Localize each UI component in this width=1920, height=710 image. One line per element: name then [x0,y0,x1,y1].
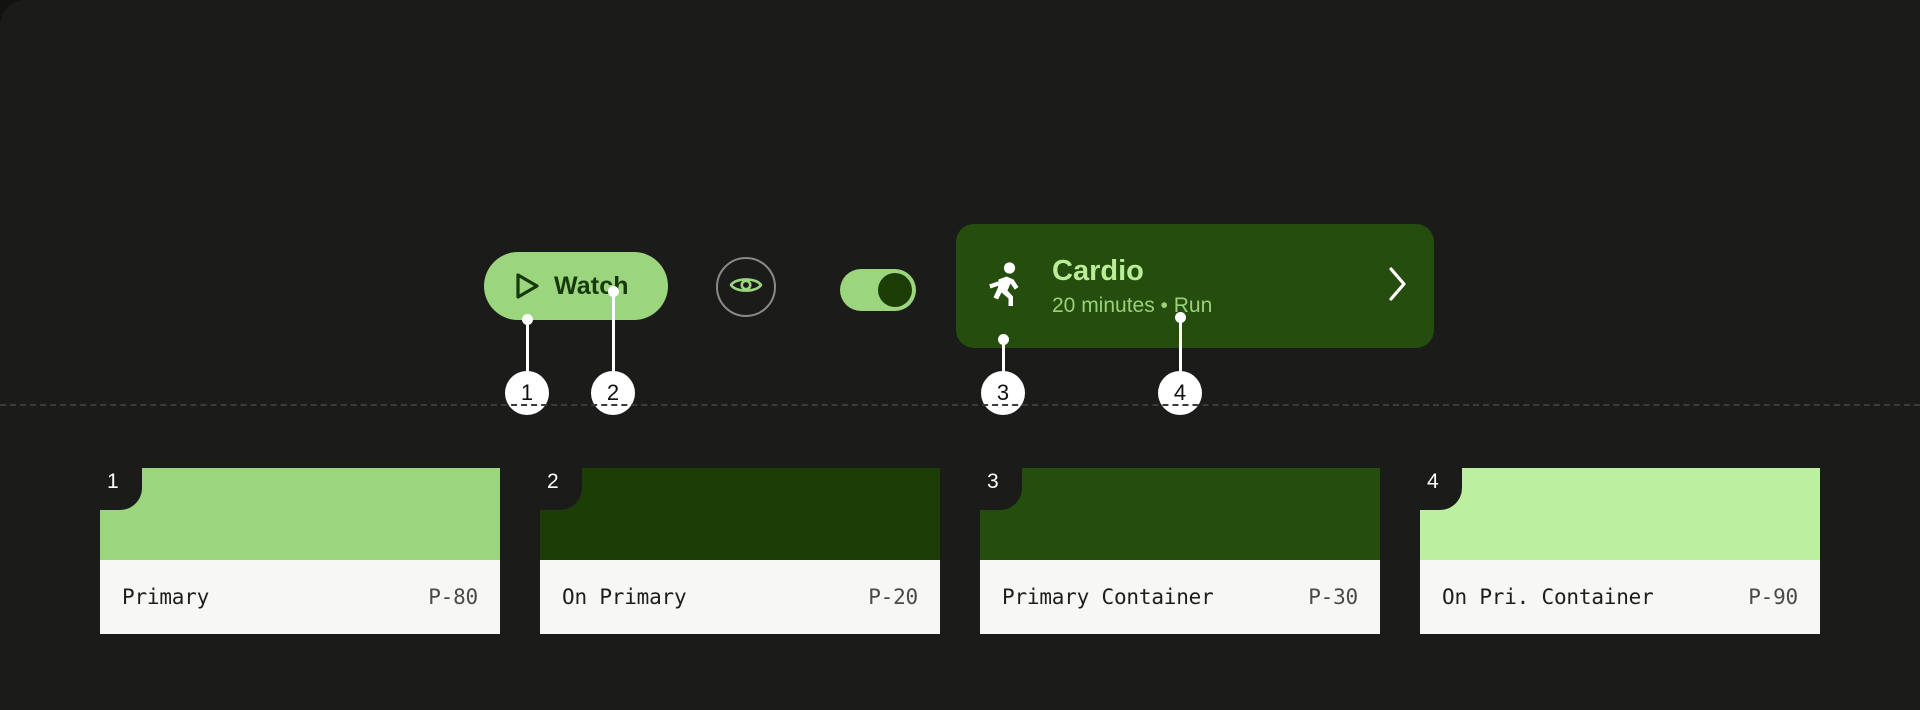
swatch-label-bar: Primary P-80 [100,560,500,634]
swatch-color-block [100,468,500,560]
watch-button[interactable]: Watch [484,252,668,320]
section-divider [0,404,1920,406]
swatch-token: P-90 [1748,585,1798,609]
color-swatch-card[interactable]: 1 Primary P-80 [100,468,500,634]
eye-icon [729,273,763,302]
cardio-card-title: Cardio [1052,254,1144,287]
color-swatch-strip: 1 Primary P-80 2 On Primary P-20 3 Prima… [100,468,1820,634]
toggle-switch[interactable] [840,269,916,311]
swatch-color-block [1420,468,1820,560]
swatch-label-bar: On Pri. Container P-90 [1420,560,1820,634]
color-swatch-card[interactable]: 4 On Pri. Container P-90 [1420,468,1820,634]
swatch-color-block [540,468,940,560]
running-person-icon [986,260,1026,313]
component-showcase-row: Watch Cardio 20 minutes • Run 1 2 3 4 [0,110,1920,415]
swatch-name: Primary [122,585,210,609]
swatch-name: On Primary [562,585,687,609]
swatch-label-bar: Primary Container P-30 [980,560,1380,634]
chevron-right-icon[interactable] [1386,266,1408,307]
callout-2-bubble[interactable]: 2 [591,371,635,415]
callout-4-leader-line [1179,317,1182,376]
callout-1-leader-line [526,319,529,376]
swatch-token: P-30 [1308,585,1358,609]
swatch-color-block [980,468,1380,560]
eye-icon-button[interactable] [716,257,776,317]
cardio-card-text: Cardio 20 minutes • Run [1052,255,1386,318]
callout-2-leader-line [612,291,615,376]
callout-3-bubble[interactable]: 3 [981,371,1025,415]
toggle-thumb[interactable] [878,273,912,307]
color-swatch-card[interactable]: 2 On Primary P-20 [540,468,940,634]
watch-button-label: Watch [554,271,629,300]
design-spec-canvas: Watch Cardio 20 minutes • Run 1 2 3 4 1 … [0,0,1920,710]
swatch-label-bar: On Primary P-20 [540,560,940,634]
swatch-token: P-20 [868,585,918,609]
cardio-list-card[interactable]: Cardio 20 minutes • Run [956,224,1434,348]
callout-1-bubble[interactable]: 1 [505,371,549,415]
callout-4-bubble[interactable]: 4 [1158,371,1202,415]
swatch-token: P-80 [428,585,478,609]
color-swatch-card[interactable]: 3 Primary Container P-30 [980,468,1380,634]
swatch-name: On Pri. Container [1442,585,1654,609]
play-triangle-icon [514,272,540,300]
cardio-card-subtitle: 20 minutes • Run [1052,294,1213,318]
swatch-name: Primary Container [1002,585,1214,609]
